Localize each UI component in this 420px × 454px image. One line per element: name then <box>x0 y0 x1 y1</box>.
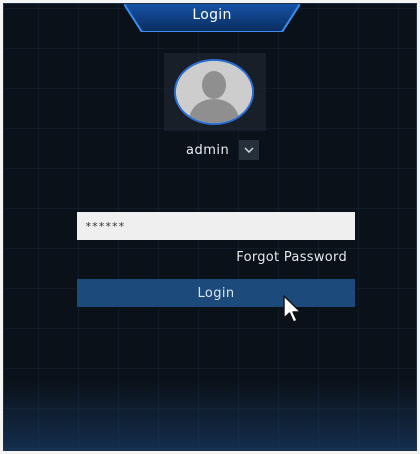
user-dropdown-button[interactable] <box>239 140 260 160</box>
password-field[interactable]: ****** <box>77 212 355 240</box>
dialog-title: Login <box>192 7 232 23</box>
mouse-cursor-icon <box>283 295 302 323</box>
user-selector: admin <box>186 140 260 160</box>
user-silhouette-icon <box>176 61 252 123</box>
login-panel: Login admin ****** Forgot Password Login <box>3 3 417 451</box>
login-button[interactable]: Login <box>77 279 355 307</box>
avatar-container <box>164 53 266 131</box>
username-label: admin <box>186 142 230 158</box>
dialog-title-tab: Login <box>124 4 300 32</box>
forgot-password-link[interactable]: Forgot Password <box>236 250 347 265</box>
background-glow <box>4 380 416 450</box>
chevron-down-icon <box>244 147 254 153</box>
avatar <box>174 59 254 125</box>
